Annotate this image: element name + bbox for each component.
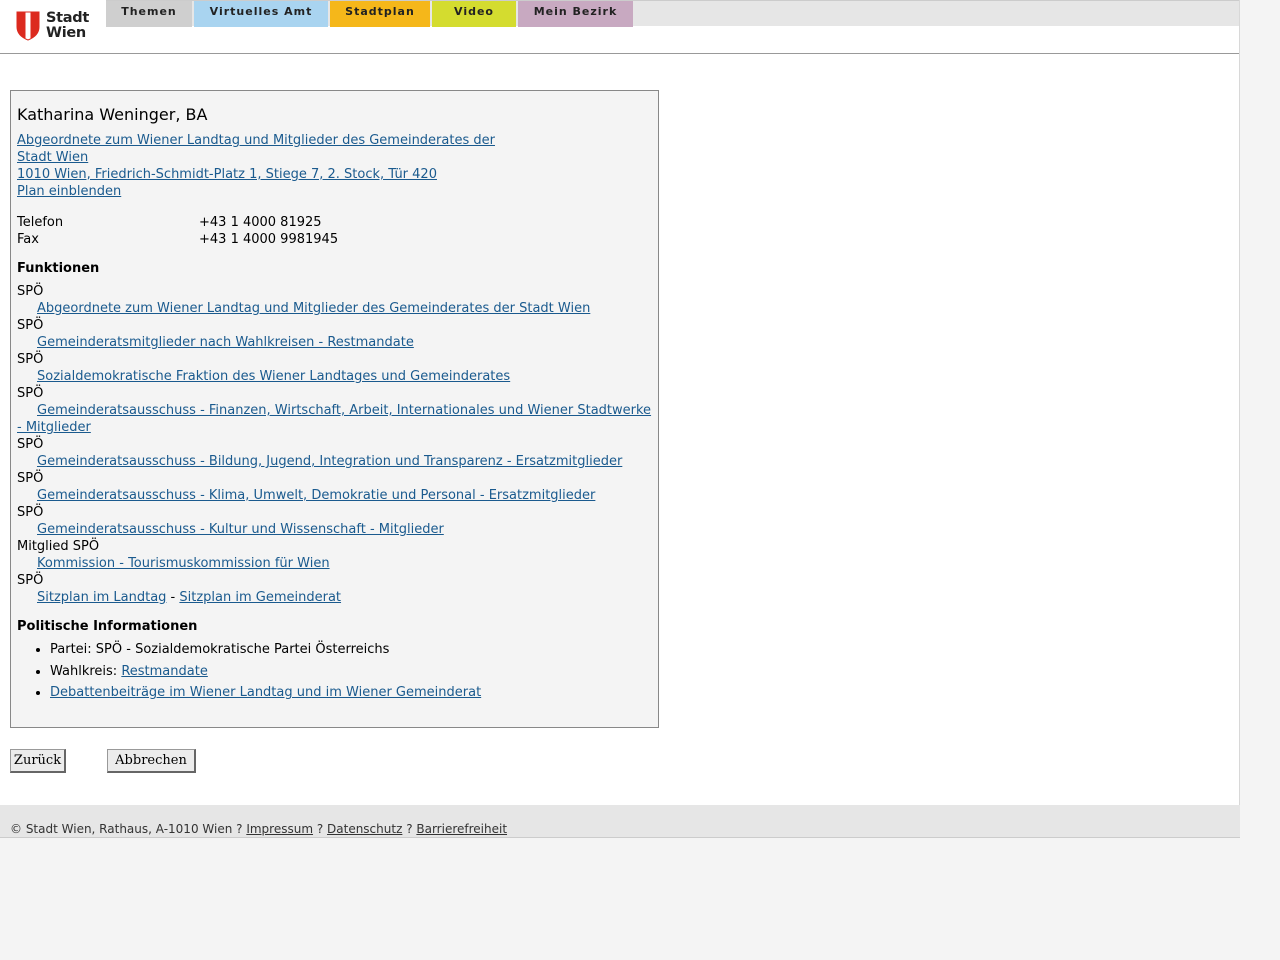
stadt-wien-logo[interactable]: Stadt Wien xyxy=(16,9,92,43)
function-link[interactable]: Gemeinderatsausschuss - Kultur und Wisse… xyxy=(37,522,444,537)
tab-mein-bezirk[interactable]: Mein Bezirk xyxy=(518,1,633,27)
political-info-list: Partei: SPÖ - Sozialdemokratische Partei… xyxy=(11,639,481,704)
list-item: Partei: SPÖ - Sozialdemokratische Partei… xyxy=(50,639,481,661)
function-role: SPÖ xyxy=(17,505,44,520)
address-block: Abgeordnete zum Wiener Landtag und Mitgl… xyxy=(17,132,537,200)
list-item: Debattenbeiträge im Wiener Landtag und i… xyxy=(50,682,481,704)
district-label: Wahlkreis: xyxy=(50,663,122,679)
function-link[interactable]: Gemeinderatsausschuss - Finanzen, Wirtsc… xyxy=(17,403,651,435)
tab-video[interactable]: Video xyxy=(432,1,516,27)
cancel-button[interactable]: Abbrechen xyxy=(107,749,196,773)
function-role: SPÖ xyxy=(17,471,44,486)
barrierefreiheit-link[interactable]: Barrierefreiheit xyxy=(416,822,507,836)
impressum-link[interactable]: Impressum xyxy=(246,822,313,836)
organisation-link-continued[interactable]: Stadt Wien xyxy=(17,150,88,165)
header: Stadt Wien Themen Virtuelles Amt Stadtpl… xyxy=(0,0,1239,54)
function-link[interactable]: Abgeordnete zum Wiener Landtag und Mitgl… xyxy=(37,301,590,316)
functions-heading: Funktionen xyxy=(17,261,100,276)
person-name: Katharina Weninger, BA xyxy=(17,105,208,124)
organisation-link[interactable]: Abgeordnete zum Wiener Landtag und Mitgl… xyxy=(17,133,495,148)
logo-line-1: Stadt xyxy=(46,10,89,26)
district-link[interactable]: Restmandate xyxy=(121,664,208,679)
function-link[interactable]: Gemeinderatsausschuss - Klima, Umwelt, D… xyxy=(37,488,595,503)
back-button[interactable]: Zurück xyxy=(10,749,66,773)
tab-virtuelles-amt[interactable]: Virtuelles Amt xyxy=(194,1,328,27)
footer-separator: ? xyxy=(402,822,417,836)
function-role: SPÖ xyxy=(17,437,44,452)
contact-details-panel: Katharina Weninger, BA Abgeordnete zum W… xyxy=(10,90,659,728)
function-link[interactable]: Gemeinderatsausschuss - Bildung, Jugend,… xyxy=(37,454,622,469)
seating-plan-gemeinderat-link[interactable]: Sitzplan im Gemeinderat xyxy=(179,590,341,605)
show-map-link[interactable]: Plan einblenden xyxy=(17,184,121,199)
fax-label: Fax xyxy=(17,232,39,247)
function-role: SPÖ xyxy=(17,573,44,588)
phone-label: Telefon xyxy=(17,215,64,230)
function-role: SPÖ xyxy=(17,318,44,333)
footer-separator: ? xyxy=(313,822,328,836)
debates-link[interactable]: Debattenbeiträge im Wiener Landtag und i… xyxy=(50,685,481,700)
list-item: Wahlkreis: Restmandate xyxy=(50,661,481,683)
function-link[interactable]: Gemeinderatsmitglieder nach Wahlkreisen … xyxy=(37,335,414,350)
function-role: Mitglied SPÖ xyxy=(17,539,100,554)
function-role: SPÖ xyxy=(17,386,44,401)
political-info-heading: Politische Informationen xyxy=(17,619,198,634)
main-navigation: Themen Virtuelles Amt Stadtplan Video Me… xyxy=(106,0,1239,27)
contact-numbers: Telefon +43 1 4000 81925 Fax +43 1 4000 … xyxy=(17,214,338,248)
party-text: Partei: SPÖ - Sozialdemokratische Partei… xyxy=(50,642,390,657)
function-role: SPÖ xyxy=(17,352,44,367)
address-link[interactable]: 1010 Wien, Friedrich-Schmidt-Platz 1, St… xyxy=(17,167,437,182)
copyright-text: © Stadt Wien, Rathaus, A-1010 Wien ? xyxy=(10,822,247,836)
function-link[interactable]: Sozialdemokratische Fraktion des Wiener … xyxy=(37,369,510,384)
seating-plan-landtag-link[interactable]: Sitzplan im Landtag xyxy=(37,590,166,605)
logo-text: Stadt Wien xyxy=(46,11,89,41)
phone-value: +43 1 4000 81925 xyxy=(199,215,322,230)
datenschutz-link[interactable]: Datenschutz xyxy=(327,822,402,836)
functions-list: SPÖ Abgeordnete zum Wiener Landtag und M… xyxy=(17,283,657,606)
page: Stadt Wien Themen Virtuelles Amt Stadtpl… xyxy=(0,0,1240,838)
tab-themen[interactable]: Themen xyxy=(106,1,192,27)
coat-of-arms-icon xyxy=(16,11,40,41)
logo-line-2: Wien xyxy=(46,25,86,41)
footer: © Stadt Wien, Rathaus, A-1010 Wien ? Imp… xyxy=(0,805,1240,838)
fax-value: +43 1 4000 9981945 xyxy=(199,232,339,247)
tab-stadtplan[interactable]: Stadtplan xyxy=(330,1,430,27)
function-role: SPÖ xyxy=(17,284,44,299)
function-link[interactable]: Kommission - Tourismuskommission für Wie… xyxy=(37,556,330,571)
seating-separator: - xyxy=(166,590,180,605)
